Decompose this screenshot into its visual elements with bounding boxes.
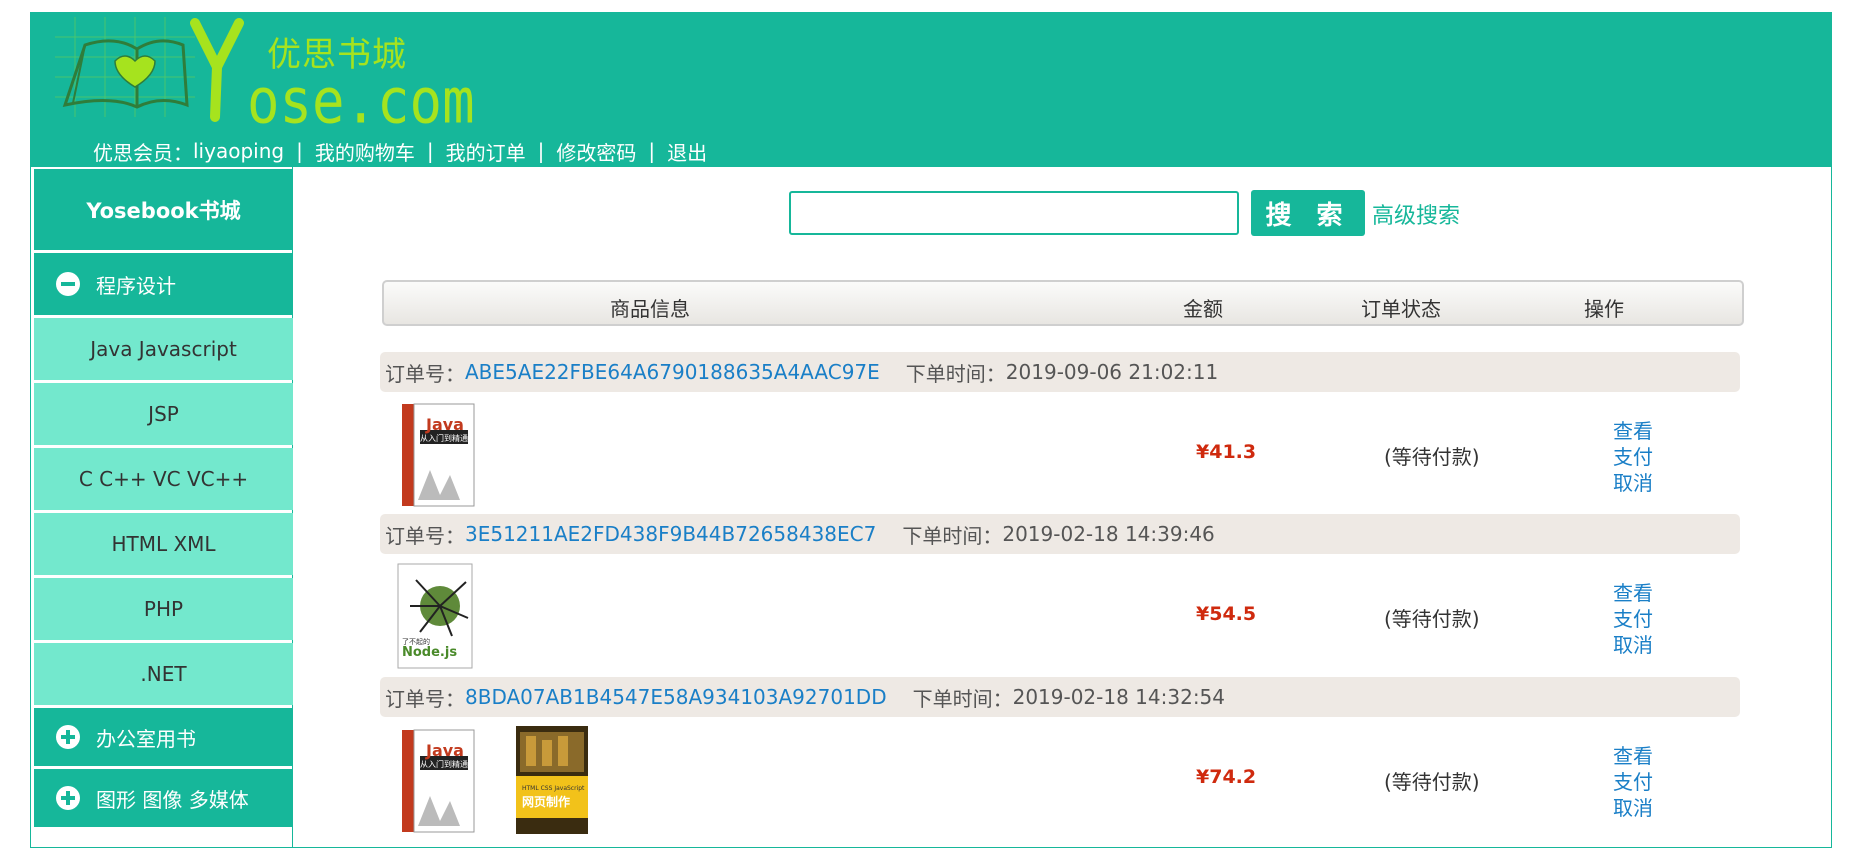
column-header-status: 订单状态 xyxy=(1361,297,1441,321)
book-title: Java xyxy=(425,415,464,434)
order-price: ¥54.5 xyxy=(1196,603,1257,625)
category-label: 办公室用书 xyxy=(96,726,196,751)
logout-link[interactable]: 退出 xyxy=(667,137,707,166)
category-label: 图形 图像 多媒体 xyxy=(96,787,249,812)
site-logo[interactable]: 优思书城 ose.com xyxy=(55,17,475,137)
order-table-header: 商品信息 金额 订单状态 操作 xyxy=(382,280,1744,326)
search-button[interactable]: 搜 索 xyxy=(1251,190,1365,236)
order-id-label: 订单号： xyxy=(385,686,465,711)
order-time: 2019-02-18 14:39:46 xyxy=(1002,522,1215,546)
column-header-amount: 金额 xyxy=(1183,297,1223,321)
sidebar-title[interactable]: Yosebook书城 xyxy=(34,169,293,250)
change-password-link[interactable]: 修改密码 xyxy=(556,137,636,166)
subcategory-html-xml[interactable]: HTML XML xyxy=(34,513,293,575)
order-id-link[interactable]: ABE5AE22FBE64A6790188635A4AAC97E xyxy=(465,360,880,384)
top-nav: 优思会员： liyaoping | 我的购物车 | 我的订单 | 修改密码 | … xyxy=(62,135,707,167)
order-header: 订单号： 8BDA07AB1B4547E58A934103A92701DD 下单… xyxy=(380,677,1740,717)
nav-separator: | xyxy=(296,139,303,163)
nav-separator: | xyxy=(537,139,545,163)
minus-circle-icon xyxy=(56,272,80,296)
pay-order-link[interactable]: 支付 xyxy=(1613,603,1653,632)
view-order-link[interactable]: 查看 xyxy=(1613,415,1653,444)
logo-english-text: ose.com xyxy=(247,65,475,138)
category-programming[interactable]: 程序设计 xyxy=(34,253,293,315)
order-header: 订单号： ABE5AE22FBE64A6790188635A4AAC97E 下单… xyxy=(380,352,1740,392)
plus-circle-icon xyxy=(56,786,80,810)
order-time-label: 下单时间： xyxy=(902,523,1003,548)
cart-link[interactable]: 我的购物车 xyxy=(315,137,415,166)
column-header-action: 操作 xyxy=(1584,297,1624,321)
cancel-order-link[interactable]: 取消 xyxy=(1613,792,1653,821)
my-orders-link[interactable]: 我的订单 xyxy=(446,137,526,166)
book-subtitle: 从入门到精通 xyxy=(420,433,468,443)
username: liyaoping xyxy=(193,139,285,163)
book-subtitle: 从入门到精通 xyxy=(420,759,468,769)
plus-circle-icon xyxy=(56,725,80,749)
order-time-label: 下单时间： xyxy=(905,361,1006,386)
book-logo-icon xyxy=(55,17,244,122)
book-title: HTML CSS JavaScript xyxy=(522,785,585,792)
book-cover-java[interactable]: Java 从入门到精通 xyxy=(400,726,478,834)
book-cover-html-css-js[interactable]: HTML CSS JavaScript 网页制作 xyxy=(516,726,588,834)
order-id-link[interactable]: 3E51211AE2FD438F9B44B72658438EC7 xyxy=(465,522,876,546)
subcategory-c-cpp[interactable]: C C++ VC VC++ xyxy=(34,448,293,510)
book-title: Node.js xyxy=(402,645,457,660)
category-office[interactable]: 办公室用书 xyxy=(34,708,293,766)
order-id-label: 订单号： xyxy=(385,523,465,548)
subcategory-php[interactable]: PHP xyxy=(34,578,293,640)
nav-separator: | xyxy=(426,139,434,163)
order-id-link[interactable]: 8BDA07AB1B4547E58A934103A92701DD xyxy=(465,685,887,709)
nav-separator: | xyxy=(648,139,656,163)
column-header-product: 商品信息 xyxy=(610,297,690,321)
order-time-label: 下单时间： xyxy=(912,686,1013,711)
site-header: 优思书城 ose.com 优思会员： liyaoping | 我的购物车 | 我… xyxy=(31,13,1831,167)
subcategory-dotnet[interactable]: .NET xyxy=(34,643,293,705)
book-cover-nodejs[interactable]: 了不起的 Node.js xyxy=(396,562,474,670)
category-graphics[interactable]: 图形 图像 多媒体 xyxy=(34,769,293,827)
order-time: 2019-02-18 14:32:54 xyxy=(1012,685,1226,709)
sidebar: Yosebook书城 程序设计 Java Javascript JSP C C+… xyxy=(31,167,293,847)
book-cover-java[interactable]: Java 从入门到精通 xyxy=(400,400,478,508)
order-id-label: 订单号： xyxy=(385,361,465,386)
book-title: Java xyxy=(425,741,464,760)
subcategory-jsp[interactable]: JSP xyxy=(34,383,293,445)
view-order-link[interactable]: 查看 xyxy=(1613,740,1653,769)
advanced-search-link[interactable]: 高级搜索 xyxy=(1372,198,1460,230)
member-label: 优思会员： xyxy=(93,140,193,165)
category-label: 程序设计 xyxy=(96,273,176,298)
book-subtitle: 网页制作 xyxy=(522,794,570,809)
view-order-link[interactable]: 查看 xyxy=(1613,577,1653,606)
order-price: ¥41.3 xyxy=(1196,441,1257,463)
cancel-order-link[interactable]: 取消 xyxy=(1613,629,1653,658)
order-time: 2019-09-06 21:02:11 xyxy=(1005,360,1219,384)
subcategory-java-javascript[interactable]: Java Javascript xyxy=(34,318,293,380)
order-status: (等待付款) xyxy=(1384,607,1480,631)
order-status: (等待付款) xyxy=(1384,445,1480,469)
cancel-order-link[interactable]: 取消 xyxy=(1613,467,1653,496)
pay-order-link[interactable]: 支付 xyxy=(1613,441,1653,470)
search-input[interactable] xyxy=(789,191,1239,235)
order-status: (等待付款) xyxy=(1384,770,1480,794)
order-price: ¥74.2 xyxy=(1196,766,1257,788)
order-header: 订单号： 3E51211AE2FD438F9B44B72658438EC7 下单… xyxy=(380,514,1740,554)
pay-order-link[interactable]: 支付 xyxy=(1613,766,1653,795)
